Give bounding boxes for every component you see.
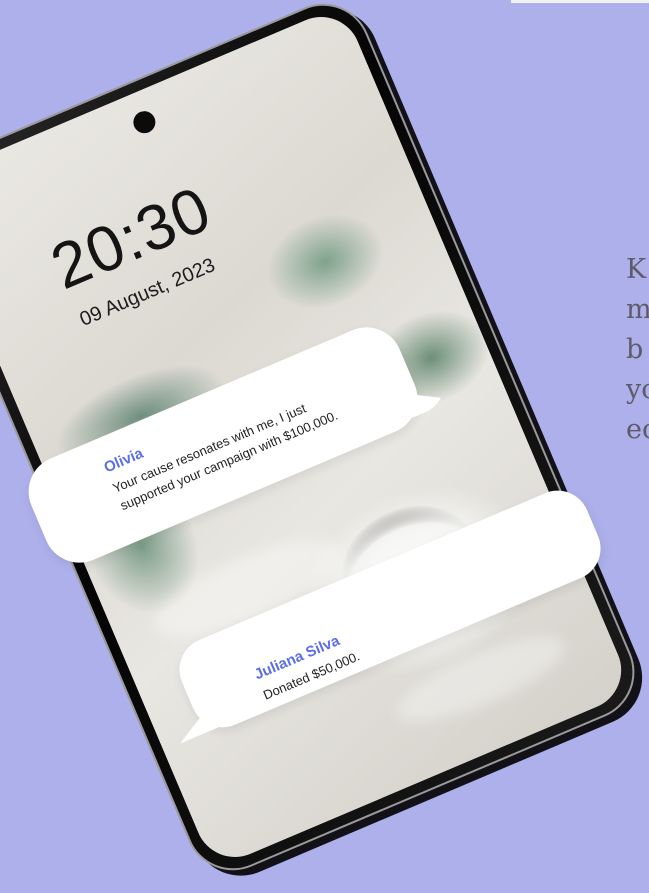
side-text-fragment: K m b yo ec — [626, 254, 649, 445]
top-strip — [511, 0, 649, 3]
camera-notch — [129, 107, 159, 137]
